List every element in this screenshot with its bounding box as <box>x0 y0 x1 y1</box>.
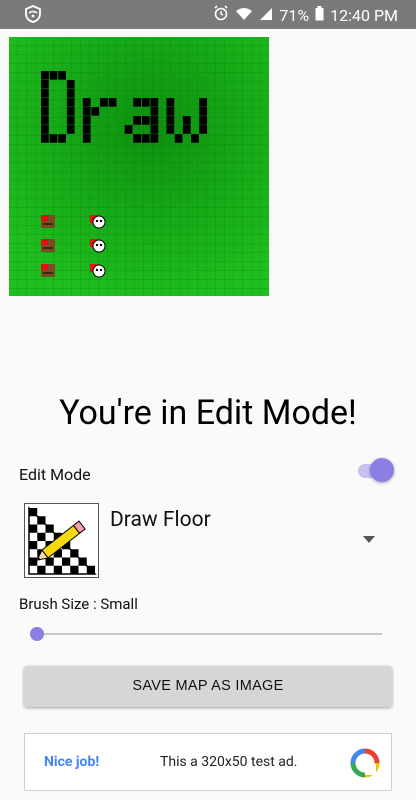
tool-selector[interactable]: Draw Floor <box>110 508 211 532</box>
shield-icon <box>24 5 42 27</box>
dropdown-arrow-icon[interactable] <box>363 536 375 543</box>
wifi-icon <box>235 6 253 25</box>
signal-icon <box>259 6 273 25</box>
map-canvas[interactable] <box>9 37 269 296</box>
save-map-button[interactable]: SAVE MAP AS IMAGE <box>24 666 392 707</box>
map-chest-icon <box>41 239 55 252</box>
draw-floor-tool-icon[interactable] <box>24 503 99 578</box>
map-chest-icon <box>41 215 55 228</box>
brush-size-label: Brush Size : Small <box>19 595 138 613</box>
switch-thumb <box>370 458 394 482</box>
edit-mode-label: Edit Mode <box>19 465 91 484</box>
battery-icon <box>315 5 324 25</box>
alarm-icon <box>213 5 229 25</box>
edit-mode-title: You're in Edit Mode! <box>59 393 357 433</box>
edit-mode-row: Edit Mode <box>19 458 397 485</box>
map-chest-icon <box>41 264 55 277</box>
status-bar: 71% 12:40 PM <box>0 0 416 29</box>
ad-headline: Nice job! <box>44 754 100 770</box>
clock-time: 12:40 PM <box>330 5 398 25</box>
brush-size-slider[interactable] <box>30 626 382 644</box>
ad-logo-icon[interactable] <box>350 748 380 778</box>
slider-track <box>30 633 382 635</box>
edit-mode-switch[interactable] <box>356 458 394 482</box>
ad-banner[interactable]: Nice job! This a 320x50 test ad. <box>24 733 392 791</box>
slider-thumb[interactable] <box>30 627 44 641</box>
ad-text: This a 320x50 test ad. <box>160 754 298 770</box>
battery-percent: 71% <box>279 5 310 25</box>
